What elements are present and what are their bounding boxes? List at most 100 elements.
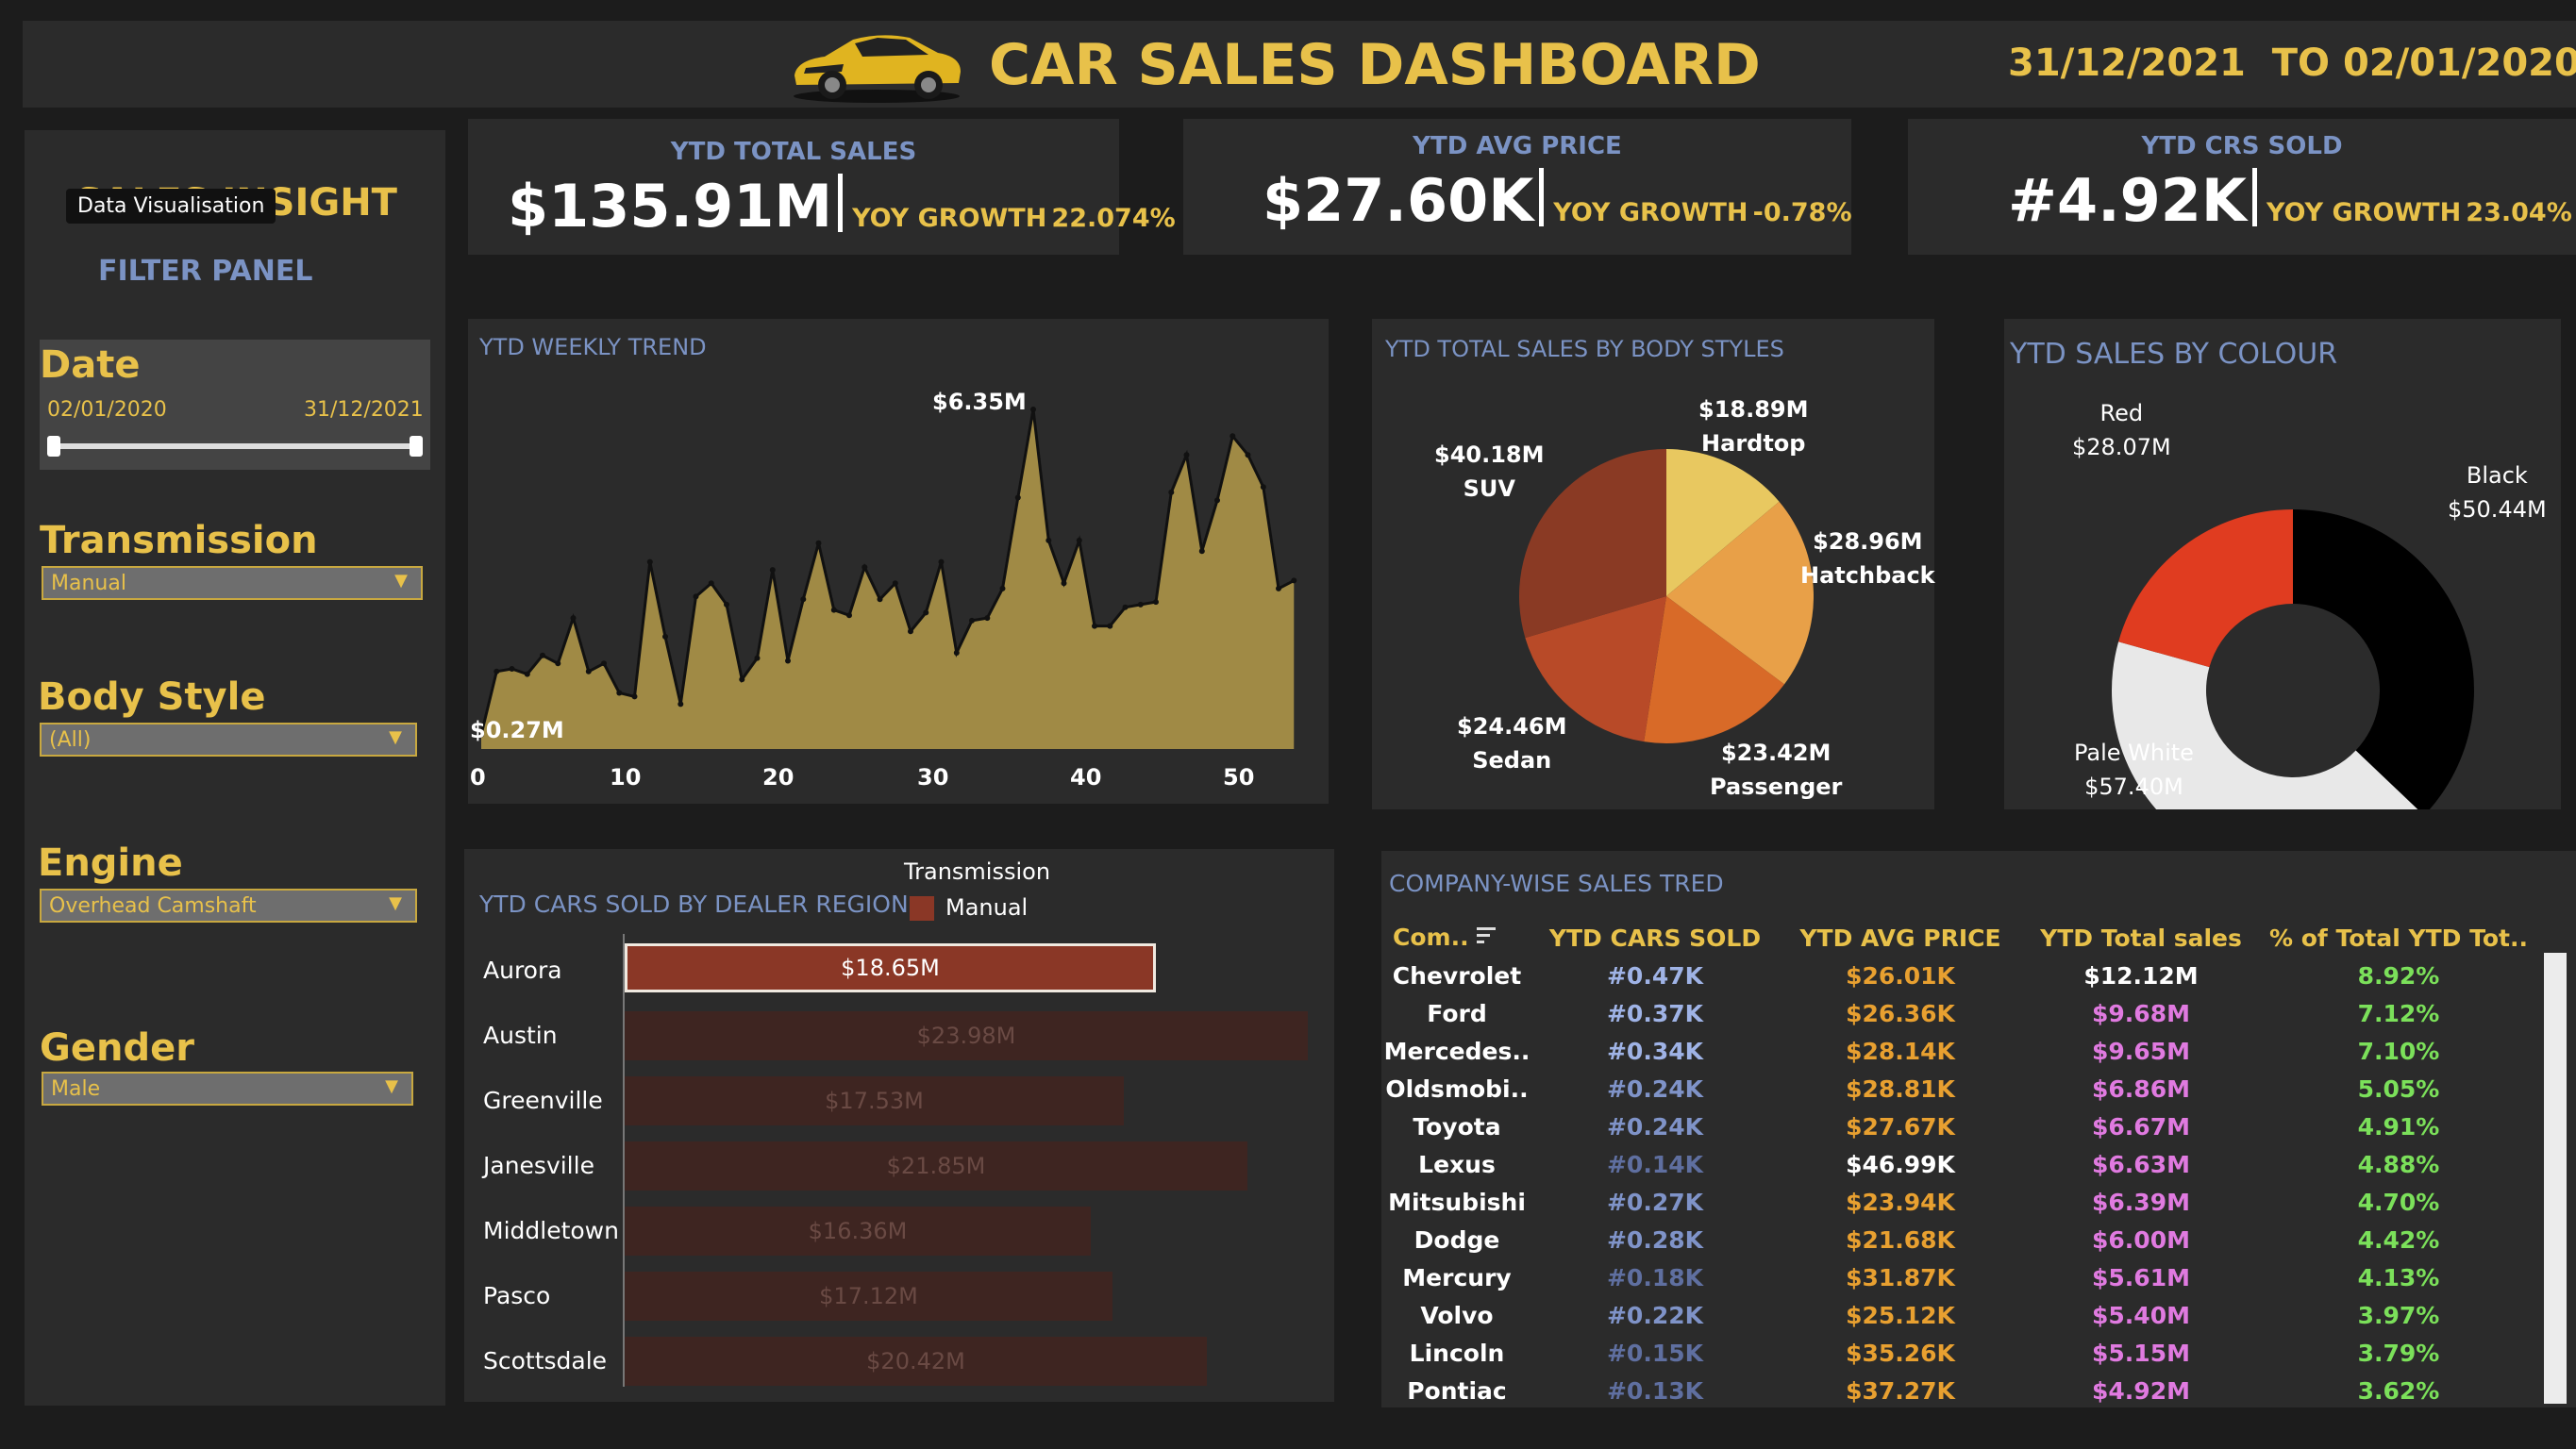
table-row[interactable]: Chevrolet #0.47K $26.01K $12.12M 8.92%: [1381, 957, 2538, 994]
avg-price-cell: $25.12K: [1846, 1301, 1955, 1329]
trend-point[interactable]: [616, 690, 623, 696]
date-end: 31/12/2021: [304, 398, 424, 422]
trend-point[interactable]: [846, 612, 852, 619]
trend-point[interactable]: [1260, 484, 1266, 491]
date-slider-track[interactable]: [55, 443, 417, 449]
x-tick: 20: [762, 764, 795, 791]
table-row[interactable]: Ford #0.37K $26.36K $9.68M 7.12%: [1381, 994, 2538, 1032]
trend-point[interactable]: [509, 666, 515, 672]
donut-slice-black[interactable]: [2293, 509, 2474, 809]
body-style-dropdown[interactable]: (All) ▼: [40, 723, 417, 757]
company-cell: Lexus: [1418, 1150, 1496, 1178]
table-row[interactable]: Toyota #0.24K $27.67K $6.67M 4.91%: [1381, 1108, 2538, 1145]
engine-dropdown[interactable]: Overhead Camshaft ▼: [40, 889, 417, 923]
trend-point[interactable]: [953, 650, 960, 656]
trend-point[interactable]: [1183, 452, 1190, 458]
trend-point[interactable]: [1229, 433, 1236, 440]
region-bar-middletown[interactable]: $16.36M: [625, 1207, 1091, 1256]
trend-point[interactable]: [769, 567, 776, 574]
trend-point[interactable]: [969, 617, 975, 624]
trend-point[interactable]: [540, 652, 545, 658]
trend-point[interactable]: [877, 596, 883, 603]
pct-cell: 7.12%: [2357, 999, 2440, 1027]
trend-point[interactable]: [646, 558, 653, 565]
trend-point[interactable]: [1061, 580, 1067, 587]
trend-point[interactable]: [1137, 601, 1144, 608]
table-row[interactable]: Dodge #0.28K $21.68K $6.00M 4.42%: [1381, 1221, 2538, 1258]
trend-point[interactable]: [585, 668, 592, 675]
region-name: Greenville: [483, 1087, 603, 1114]
trend-point[interactable]: [693, 593, 699, 600]
kpi-cars-sold-yoy-label: YOY GROWTH: [2266, 198, 2462, 227]
trend-point[interactable]: [1122, 604, 1129, 610]
region-bar-greenville[interactable]: $17.53M: [625, 1076, 1124, 1125]
sort-icon[interactable]: [1477, 924, 1497, 952]
trend-point[interactable]: [923, 609, 929, 616]
table-header-company[interactable]: Com..: [1381, 919, 1532, 957]
trend-point[interactable]: [662, 633, 668, 640]
trend-point[interactable]: [1076, 537, 1082, 543]
trend-point[interactable]: [1030, 407, 1036, 412]
trend-point[interactable]: [938, 558, 945, 565]
trend-point[interactable]: [555, 660, 561, 667]
avg-price-cell: $46.99K: [1846, 1150, 1955, 1178]
region-bar-pasco[interactable]: $17.12M: [625, 1272, 1112, 1321]
table-header-cars-sold[interactable]: YTD CARS SOLD: [1532, 919, 1778, 957]
table-row[interactable]: Pontiac #0.13K $37.27K $4.92M 3.62%: [1381, 1372, 2538, 1409]
trend-point[interactable]: [1276, 585, 1281, 591]
trend-point[interactable]: [677, 701, 684, 708]
trend-point[interactable]: [1198, 548, 1205, 555]
trend-point[interactable]: [493, 668, 500, 675]
trend-point[interactable]: [570, 615, 577, 622]
trend-point[interactable]: [524, 671, 530, 677]
trend-point[interactable]: [815, 540, 822, 546]
table-row[interactable]: Mitsubishi #0.27K $23.94K $6.39M 4.70%: [1381, 1183, 2538, 1221]
table-row[interactable]: Mercedes.. #0.34K $28.14K $9.65M 7.10%: [1381, 1032, 2538, 1070]
trend-point[interactable]: [800, 596, 807, 603]
table-row[interactable]: Oldsmobi.. #0.24K $28.81K $6.86M 5.05%: [1381, 1070, 2538, 1108]
donut-slice-red[interactable]: [2118, 509, 2293, 668]
trend-point[interactable]: [708, 580, 714, 587]
trend-point[interactable]: [1092, 623, 1097, 629]
trend-point[interactable]: [1245, 452, 1251, 458]
pie-label-hatchback: $28.96M Hatchback: [1800, 525, 1935, 592]
trend-point[interactable]: [999, 585, 1006, 591]
trend-point[interactable]: [1168, 489, 1175, 495]
region-bar-aurora[interactable]: $18.65M: [625, 943, 1156, 992]
trend-point[interactable]: [830, 607, 837, 613]
trend-point[interactable]: [785, 658, 791, 664]
trend-point[interactable]: [1153, 599, 1159, 606]
gender-dropdown[interactable]: Male ▼: [42, 1072, 413, 1106]
table-row[interactable]: Lincoln #0.15K $35.26K $5.15M 3.79%: [1381, 1334, 2538, 1372]
trend-point[interactable]: [908, 628, 913, 635]
table-row[interactable]: Volvo #0.22K $25.12K $5.40M 3.97%: [1381, 1296, 2538, 1334]
table-scrollbar-track[interactable]: [2544, 953, 2567, 1404]
trend-point[interactable]: [631, 693, 638, 700]
table-header-avg-price[interactable]: YTD AVG PRICE: [1778, 919, 2023, 957]
trend-point[interactable]: [1045, 537, 1052, 543]
trend-point[interactable]: [984, 615, 991, 622]
trend-point[interactable]: [1214, 497, 1220, 504]
trend-point[interactable]: [1107, 623, 1113, 629]
trend-point[interactable]: [1014, 494, 1021, 501]
trend-point[interactable]: [739, 676, 745, 683]
trend-point[interactable]: [1291, 577, 1297, 584]
region-bar-scottsdale[interactable]: $20.42M: [625, 1337, 1207, 1386]
trend-point[interactable]: [754, 655, 761, 661]
region-bar-austin[interactable]: $23.98M: [625, 1011, 1308, 1060]
trend-point[interactable]: [724, 601, 729, 608]
table-header-total-sales[interactable]: YTD Total sales: [2023, 919, 2259, 957]
table-row[interactable]: Mercury #0.18K $31.87K $5.61M 4.13%: [1381, 1258, 2538, 1296]
table-row[interactable]: Lexus #0.14K $46.99K $6.63M 4.88%: [1381, 1145, 2538, 1183]
trend-point[interactable]: [601, 660, 607, 667]
date-slider-start-handle[interactable]: [47, 436, 60, 457]
trend-point[interactable]: [861, 564, 868, 571]
x-tick: 40: [1070, 764, 1102, 791]
transmission-dropdown[interactable]: Manual ▼: [42, 566, 423, 600]
gender-filter-label: Gender: [40, 1026, 194, 1070]
trend-point[interactable]: [892, 580, 898, 587]
date-slider-end-handle[interactable]: [410, 436, 423, 457]
legend-title: Transmission: [904, 858, 1051, 885]
region-bar-janesville[interactable]: $21.85M: [625, 1141, 1247, 1191]
table-header-pct[interactable]: % of Total YTD Tot..: [2259, 919, 2538, 957]
